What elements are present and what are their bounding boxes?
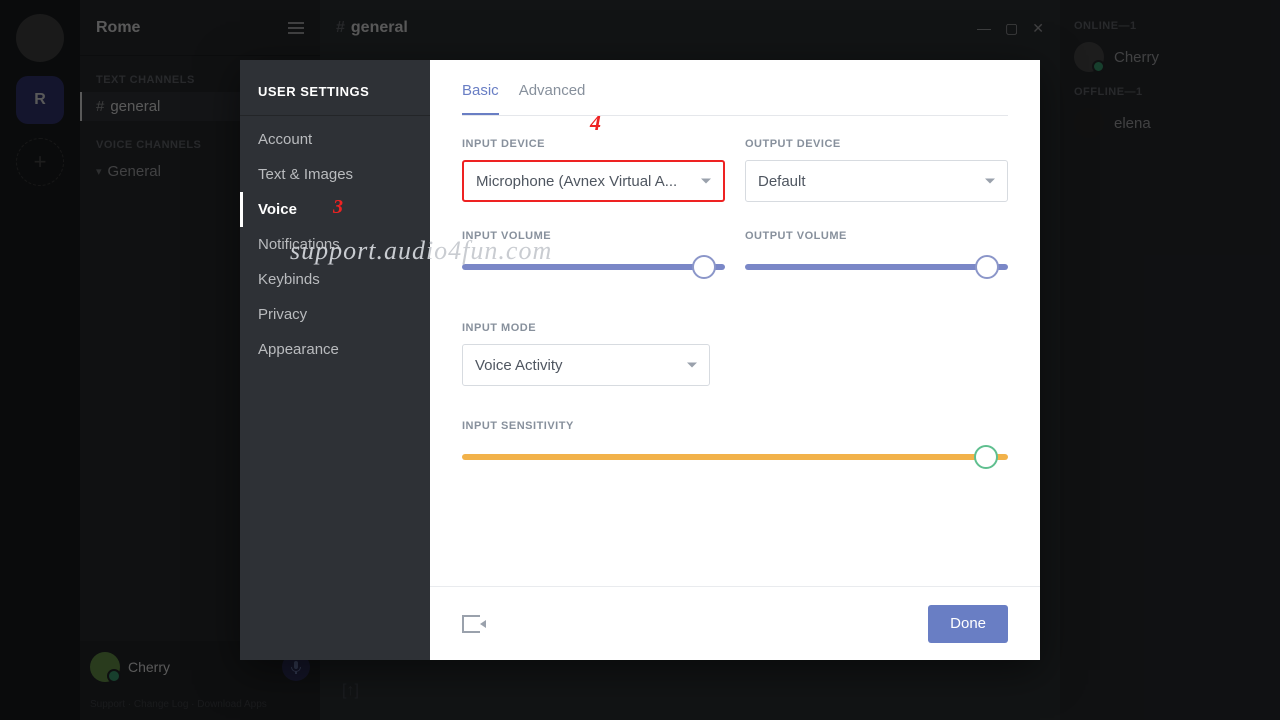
input-mode-label: INPUT MODE [462,322,1008,334]
input-volume-slider[interactable] [462,252,725,282]
settings-panel: Basic Advanced INPUT DEVICE 4 Microphone… [430,60,1040,660]
tab-basic[interactable]: Basic [462,82,499,115]
input-volume-label: INPUT VOLUME [462,230,725,242]
output-device-value: Default [758,173,806,190]
logout-icon[interactable] [462,615,480,633]
settings-item-keybinds[interactable]: Keybinds [240,262,430,297]
user-settings-modal: USER SETTINGS Account Text & Images Voic… [240,60,1040,660]
settings-item-privacy[interactable]: Privacy [240,297,430,332]
annotation-step-3: 3 [333,196,343,219]
input-mode-value: Voice Activity [475,357,563,374]
settings-footer: Done [430,586,1040,660]
input-mode-select[interactable]: Voice Activity [462,344,710,386]
settings-body: INPUT DEVICE 4 Microphone (Avnex Virtual… [430,116,1040,586]
annotation-step-4: 4 [590,116,601,136]
slider-track [462,454,1008,460]
slider-thumb[interactable] [692,255,716,279]
chevron-down-icon [687,363,697,368]
chevron-down-icon [985,179,995,184]
slider-thumb[interactable] [974,445,998,469]
input-sensitivity-slider[interactable] [462,442,1008,472]
slider-thumb[interactable] [975,255,999,279]
output-volume-slider[interactable] [745,252,1008,282]
chevron-down-icon [701,179,711,184]
input-device-value: Microphone (Avnex Virtual A... [476,173,677,190]
done-button[interactable]: Done [928,605,1008,643]
divider [240,115,430,116]
output-device-label: OUTPUT DEVICE [745,138,1008,150]
settings-item-text-images[interactable]: Text & Images [240,157,430,192]
settings-item-appearance[interactable]: Appearance [240,332,430,367]
input-device-label: INPUT DEVICE [462,138,725,150]
tab-advanced[interactable]: Advanced [519,82,586,115]
slider-track [462,264,725,270]
input-sensitivity-label: INPUT SENSITIVITY [462,420,1008,432]
settings-title: USER SETTINGS [240,60,430,115]
input-device-select[interactable]: Microphone (Avnex Virtual A... [462,160,725,202]
settings-item-label: Voice [258,201,297,218]
settings-item-voice[interactable]: Voice 3 [240,192,430,227]
settings-item-notifications[interactable]: Notifications [240,227,430,262]
slider-track [745,264,1008,270]
settings-sidebar: USER SETTINGS Account Text & Images Voic… [240,60,430,660]
settings-tabs: Basic Advanced [430,60,1040,115]
output-volume-label: OUTPUT VOLUME [745,230,1008,242]
output-device-select[interactable]: Default [745,160,1008,202]
settings-item-account[interactable]: Account [240,122,430,157]
